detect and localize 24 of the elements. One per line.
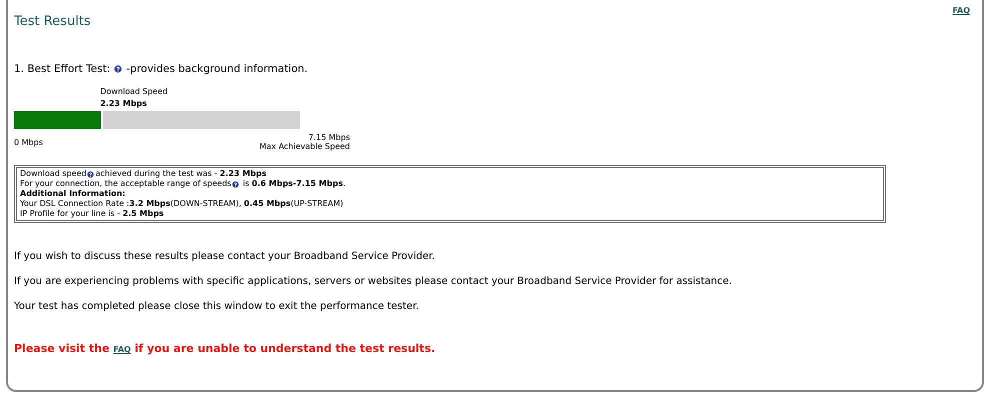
max-caption: Max Achievable Speed [259, 142, 350, 151]
faq-link[interactable]: FAQ [113, 345, 131, 354]
info-text: achieved during the test was - 2.23 Mbps [95, 169, 266, 179]
message-text: If you wish to discuss these results please contact your Broadband Service Provider. [14, 251, 436, 262]
speed-reading: 2.23 Mbps [100, 99, 148, 108]
faq-notice: Please visit the FAQ if you are unable to understand the test results. [14, 342, 436, 355]
max-label: 7.15 Mbps [308, 133, 350, 142]
faq-link[interactable]: FAQ [952, 6, 970, 15]
test-heading: 1. Best Effort Test: [14, 63, 110, 75]
meter-caption: Download Speed [100, 87, 169, 96]
help-icon[interactable] [114, 65, 122, 73]
min-label: 0 Mbps [14, 138, 43, 147]
info-text: IP Profile for your line is - 2.5 Mbps [20, 209, 164, 219]
info-text: Download speed [20, 169, 86, 179]
help-icon[interactable] [232, 180, 240, 188]
info-text: Additional Information: [20, 189, 126, 199]
info-text: is 0.6 Mbps-7.15 Mbps. [242, 179, 346, 189]
info-text: Your DSL Connection Rate :3.2 Mbps(DOWN-STREAM), 0.45 Mbps(UP-STREAM) [20, 199, 344, 209]
test-description: -provides background information. [126, 63, 308, 75]
page-title: Test Results [14, 14, 91, 29]
help-icon[interactable] [87, 170, 94, 178]
message-text: If you are experiencing problems with specific applications, servers or websites please contact your Broadband Service Provider for assistance. [14, 276, 733, 287]
info-text: For your connection, the acceptable range of speeds [20, 179, 232, 189]
message-text: Your test has completed please close this window to exit the performance tester. [14, 301, 420, 312]
